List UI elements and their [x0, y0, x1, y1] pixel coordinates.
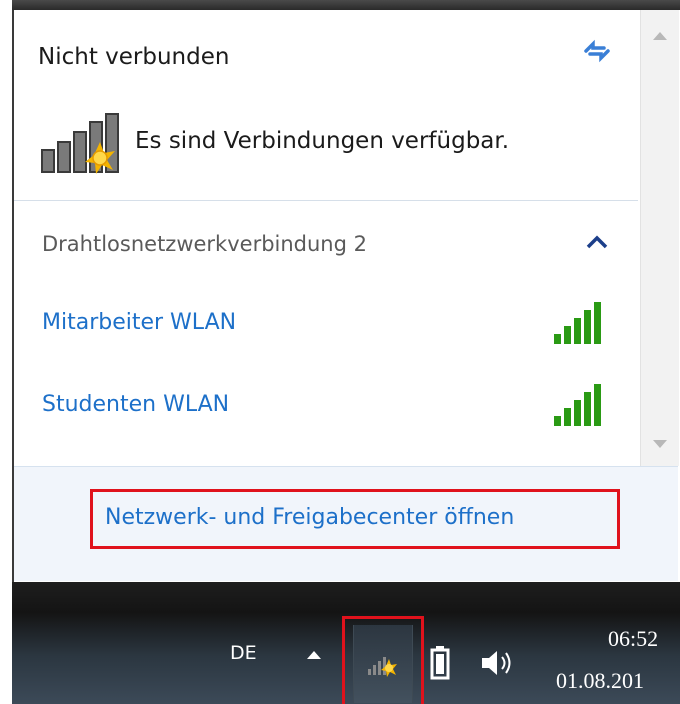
wifi-signal-bars-icon: [554, 384, 601, 426]
wireless-connection-name: Drahtlosnetzwerkverbindung 2: [42, 232, 367, 256]
vertical-scrollbar[interactable]: [640, 10, 679, 466]
network-item-studenten-wlan[interactable]: Studenten WLAN: [14, 378, 638, 436]
network-signal-sun-icon: [41, 113, 119, 174]
network-name: Mitarbeiter WLAN: [42, 310, 237, 335]
language-indicator[interactable]: DE: [230, 642, 257, 664]
network-name: Studenten WLAN: [42, 392, 230, 417]
flyout-footer: Netzwerk- und Freigabecenter öffnen: [14, 466, 678, 581]
tray-arrow-icon[interactable]: [306, 650, 322, 660]
refresh-arrows-icon[interactable]: [582, 36, 612, 66]
scroll-up-arrow-icon[interactable]: [651, 30, 669, 42]
network-tray-button[interactable]: [353, 625, 413, 703]
network-sharing-center-link[interactable]: Netzwerk- und Freigabecenter öffnen: [105, 505, 514, 530]
clock-date[interactable]: 01.08.201: [556, 668, 644, 694]
section-divider: [14, 200, 638, 201]
wifi-signal-bars-icon: [554, 302, 601, 344]
connection-status-title: Nicht verbunden: [38, 44, 230, 70]
network-status-icon: [368, 657, 397, 677]
highlight-box: Netzwerk- und Freigabecenter öffnen: [90, 489, 620, 549]
clock-time[interactable]: 06:52: [608, 626, 658, 652]
chevron-up-icon[interactable]: [585, 234, 609, 250]
highlight-box: [342, 616, 424, 704]
connection-status-text: Es sind Verbindungen verfügbar.: [135, 128, 510, 154]
network-item-mitarbeiter-wlan[interactable]: Mitarbeiter WLAN: [14, 296, 638, 354]
speaker-icon[interactable]: [480, 648, 514, 678]
scroll-down-arrow-icon[interactable]: [651, 438, 669, 450]
taskbar: DE 06:52 01.08.201: [12, 582, 680, 704]
battery-icon[interactable]: [430, 646, 450, 680]
flyout-top-border: [12, 0, 680, 10]
